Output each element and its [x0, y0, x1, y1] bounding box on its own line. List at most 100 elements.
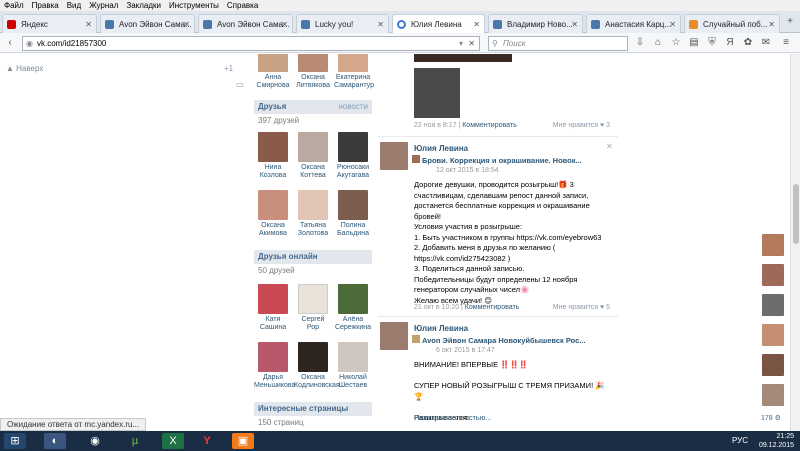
repost-avatar[interactable] [412, 155, 420, 163]
repost-date[interactable]: 6 окт 2015 в 17:47 [436, 347, 495, 354]
search-input[interactable]: ⚲ Поиск [488, 36, 628, 51]
tab-random-winner[interactable]: Случайный поб... ✕ [684, 14, 780, 33]
tab-anastasia[interactable]: Анастасия Карц... ✕ [586, 14, 681, 33]
like-button[interactable]: Мне нравится ♥ 5 [553, 304, 610, 311]
person-card[interactable]: Анна Смирнова [254, 54, 292, 90]
close-icon[interactable]: ✕ [669, 15, 676, 33]
page-scrollbar[interactable] [790, 54, 800, 431]
avatar[interactable] [258, 54, 288, 72]
show-more-link[interactable]: Показать полностью... [414, 413, 492, 422]
tab-lucky-you[interactable]: Lucky you! ✕ [296, 14, 389, 33]
avatar[interactable] [338, 190, 368, 220]
system-clock[interactable]: 21:25 09.12.2015 [759, 432, 794, 450]
messages-icon[interactable]: ▭ [236, 80, 244, 89]
friend-card[interactable]: Рюносаки Акутагава [334, 132, 372, 180]
close-icon[interactable]: ✕ [768, 15, 775, 33]
avatar[interactable] [338, 54, 368, 72]
chrome-icon[interactable]: ◉ [84, 433, 106, 449]
friends-count[interactable]: 397 друзей [258, 116, 299, 125]
clipboard-icon[interactable]: ▤ [688, 36, 700, 50]
author-avatar[interactable] [380, 142, 408, 170]
friends-online-count[interactable]: 50 друзей [258, 266, 295, 275]
online-friend-card[interactable]: Катя Сашина [254, 284, 292, 332]
avatar[interactable] [258, 284, 288, 314]
avatar[interactable] [762, 354, 784, 376]
interesting-pages-count[interactable]: 150 страниц [258, 418, 304, 427]
post-author[interactable]: Юлия Левина [414, 324, 468, 333]
avatar[interactable] [762, 324, 784, 346]
avatar[interactable] [338, 132, 368, 162]
yandex-bar-icon[interactable]: Я [724, 36, 736, 50]
home-icon[interactable]: ⌂ [652, 36, 664, 50]
friend-card[interactable]: Нина Козлова [254, 132, 292, 180]
feedback-icon[interactable]: ✉ [760, 36, 772, 50]
dropdown-icon[interactable]: ▾ [459, 37, 463, 50]
notification-counter[interactable]: +1 [224, 64, 233, 73]
tab-yandex[interactable]: Яндекс ✕ [2, 14, 97, 33]
post-date[interactable]: 22 ноя в 8:17 [414, 122, 457, 129]
settings-icon[interactable]: ✿ [742, 36, 754, 50]
language-indicator[interactable]: РУС [732, 436, 748, 445]
avatar[interactable] [762, 384, 784, 406]
close-icon[interactable]: ✕ [183, 15, 190, 33]
yandex-browser-icon[interactable]: Y [196, 433, 218, 449]
avatar[interactable] [338, 342, 368, 372]
person-card[interactable]: Екатерина Самарантур [334, 54, 374, 90]
back-to-top-link[interactable]: ▲ Наверх [6, 64, 43, 73]
stop-icon[interactable]: ✕ [468, 37, 475, 50]
menu-file[interactable]: Файл [0, 0, 28, 11]
friend-card[interactable]: Оксана Коттева [294, 132, 332, 180]
comment-link[interactable]: Комментировать [465, 304, 520, 311]
avatar[interactable] [298, 342, 328, 372]
post-photo[interactable] [414, 68, 460, 118]
menu-tools[interactable]: Инструменты [165, 0, 223, 11]
address-bar[interactable]: ◉ vk.com/id21857300 ▾ ✕ [22, 36, 480, 51]
avatar[interactable] [298, 284, 328, 314]
tab-vladimir[interactable]: Владимир Ново... ✕ [488, 14, 583, 33]
back-icon[interactable]: ‹ [4, 36, 16, 50]
shield-icon[interactable]: ⛨ [706, 36, 718, 50]
menu-history[interactable]: Журнал [85, 0, 122, 11]
avatar[interactable] [762, 294, 784, 316]
friend-card[interactable]: Татьяна Золотова [294, 190, 332, 238]
friend-card[interactable]: Оксана Акимова [254, 190, 292, 238]
tab-avon-1[interactable]: Avon Эйвон Сама... ✕ [100, 14, 195, 33]
start-icon[interactable]: ⊞ [4, 433, 26, 449]
comment-link[interactable]: Комментировать [462, 122, 517, 129]
person-card[interactable]: Оксана Литвякова [294, 54, 332, 90]
repost-date[interactable]: 12 окт 2015 в 18:54 [436, 167, 499, 174]
scroll-thumb[interactable] [793, 184, 799, 244]
avatar[interactable] [298, 190, 328, 220]
tab-avon-2[interactable]: Avon Эйвон Сама... ✕ [198, 14, 293, 33]
close-icon[interactable]: ✕ [606, 142, 613, 151]
avatar[interactable] [258, 132, 288, 162]
excel-icon[interactable]: X [162, 433, 184, 449]
avatar[interactable] [258, 342, 288, 372]
utorrent-icon[interactable]: µ [124, 433, 146, 449]
star-icon[interactable]: ☆ [670, 36, 682, 50]
menu-view[interactable]: Вид [63, 0, 85, 11]
avatar[interactable] [338, 284, 368, 314]
repost-title[interactable]: Брови. Коррекция и окрашивание. Новок... [422, 156, 582, 165]
tab-yulia-levina[interactable]: Юлия Левина ✕ [392, 14, 485, 33]
close-icon[interactable]: ✕ [571, 15, 578, 33]
friends-online-header[interactable]: Друзья онлайн [254, 250, 372, 264]
new-tab-icon[interactable]: + [784, 15, 796, 29]
online-friend-card[interactable]: Оксана Кодлиновская [294, 342, 340, 390]
avatar[interactable] [762, 234, 784, 256]
online-friend-card[interactable]: Сергей Рор [294, 284, 332, 332]
friends-news-link[interactable]: новости [338, 100, 368, 114]
like-button[interactable]: Мне нравится ♥ 3 [553, 122, 610, 129]
media-app-icon[interactable]: ▣ [232, 433, 254, 449]
avatar[interactable] [258, 190, 288, 220]
interesting-pages-header[interactable]: Интересные страницы [254, 402, 372, 416]
post-author[interactable]: Юлия Левина [414, 144, 468, 153]
repost-title[interactable]: Avon Эйвон Самара Новокуйбышевск Рос... [422, 336, 586, 345]
post-photo-strip[interactable] [414, 54, 512, 62]
download-icon[interactable]: ⇩ [634, 36, 646, 50]
site-info-icon[interactable]: ◉ [26, 37, 33, 50]
online-count[interactable]: 178 ⚙ [761, 414, 789, 422]
avatar[interactable] [762, 264, 784, 286]
close-icon[interactable]: ✕ [377, 15, 384, 33]
online-friend-card[interactable]: Алёна Сережкина [334, 284, 372, 332]
